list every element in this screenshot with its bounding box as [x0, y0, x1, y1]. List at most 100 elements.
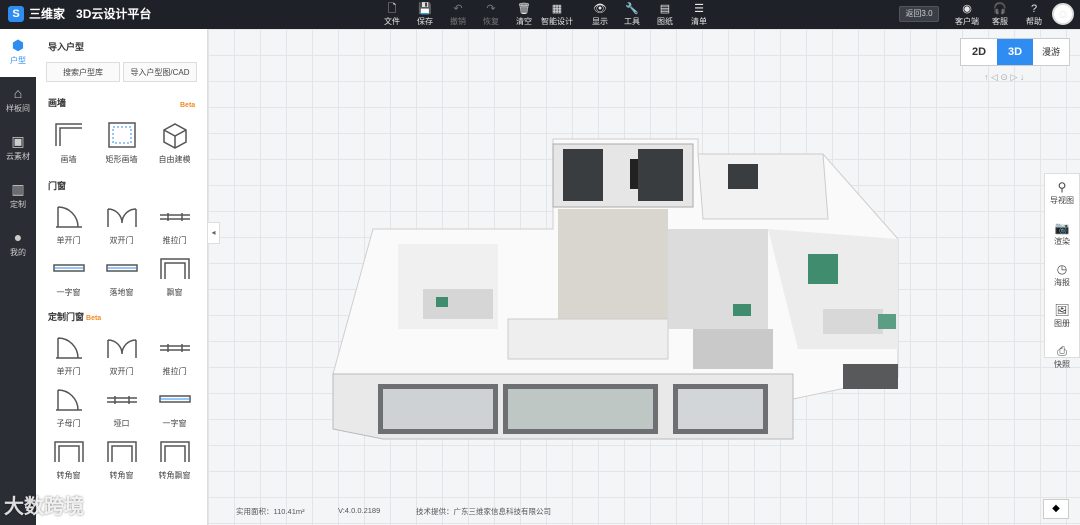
tool-tile[interactable]: 转角窗	[95, 433, 148, 485]
undo-icon: ↶	[453, 3, 463, 15]
navigation-control[interactable]: ↑ ◁ ⊙ ▷ ↓	[984, 72, 1044, 106]
right-tool-4[interactable]: ⎙ 快照	[1045, 338, 1079, 379]
tile-label: 矩形画墙	[105, 155, 138, 164]
view-mode-tabs: 2D 3D 漫游	[960, 38, 1070, 66]
tile-label: 自由建模	[158, 155, 191, 164]
wrench-icon: 🔧	[625, 3, 639, 15]
toolbar-label: 图纸	[657, 17, 673, 26]
nav-label: 定制	[10, 200, 26, 209]
top-bar: S 三维家 3D云设计平台 🗋 文件 💾 保存 ↶ 撤销 ↷ 恢复 🗑 清空 ▦ 智能设计 👁 显示 🔧 工具…	[0, 0, 1080, 29]
window-icon	[95, 253, 148, 283]
nav-item-2[interactable]: ▣ 云素材	[0, 125, 36, 173]
nav-label: 云素材	[6, 152, 30, 161]
tile-label: 单开门	[56, 236, 81, 245]
nav-icon: ⌂	[13, 85, 23, 101]
tool-tile[interactable]: 转角飘窗	[148, 433, 201, 485]
wall-icon	[42, 120, 95, 150]
toolbar-eye-button[interactable]: 👁 显示	[585, 2, 615, 27]
help-button[interactable]: ? 帮助	[1021, 2, 1047, 27]
tool-tile[interactable]: 单开门	[42, 329, 95, 381]
door-icon	[42, 201, 95, 231]
app-title: 3D云设计平台	[76, 7, 152, 21]
toolbar-undo-button[interactable]: ↶ 撤销	[443, 2, 473, 27]
tab-view-1[interactable]: 3D	[997, 39, 1033, 65]
free-icon	[148, 120, 201, 150]
view-cube-icon[interactable]: ◆	[1043, 499, 1069, 519]
toolbar-file-button[interactable]: 🗋 文件	[377, 2, 407, 27]
collapse-panel-button[interactable]: ◂	[208, 222, 220, 244]
side-panel: 导入户型 搜索户型库 导入户型图/CAD 画墙 Beta 画墙 矩形画墙 自由建模 …	[36, 29, 208, 525]
house-3d-model[interactable]	[208, 29, 1080, 525]
file-icon: 🗋	[387, 3, 397, 15]
tool-tile[interactable]: 垭口	[95, 381, 148, 433]
service-button[interactable]: 🎧 客服	[987, 2, 1013, 27]
help-icon: ?	[1030, 3, 1038, 15]
tool-tile[interactable]: 转角窗	[42, 433, 95, 485]
toolbar-redo-button[interactable]: ↷ 恢复	[476, 2, 506, 27]
list-icon: ☰	[694, 3, 704, 15]
nav-item-1[interactable]: ⌂ 样板间	[0, 77, 36, 125]
tool-tile[interactable]: 双开门	[95, 329, 148, 381]
toolbar-smart-design-button[interactable]: ▦ 智能设计	[537, 2, 577, 27]
tile-label: 垭口	[113, 419, 130, 428]
nav-item-3[interactable]: ▥ 定制	[0, 173, 36, 221]
compass-icon[interactable]: ↑ ◁ ⊙ ▷ ↓	[984, 72, 1024, 82]
toolbar-drawing-button[interactable]: ▤ 图纸	[650, 2, 680, 27]
import-title: 导入户型	[48, 42, 85, 52]
tile-label: 转角飘窗	[158, 471, 191, 480]
window-icon	[42, 253, 95, 283]
toolbar-clear-button[interactable]: 🗑 清空	[509, 2, 539, 27]
nav-label: 样板间	[6, 104, 30, 113]
tool-tile[interactable]: 推拉门	[148, 329, 201, 381]
client-button[interactable]: ◉ 客户端	[954, 2, 980, 27]
right-tool-label: 快照	[1054, 360, 1070, 369]
toolbar-list-button[interactable]: ☰ 清单	[684, 2, 714, 27]
tile-label: 画墙	[60, 155, 77, 164]
right-tool-icon: 📷	[1054, 221, 1070, 235]
watermark: 大数跨境	[4, 496, 84, 518]
tool-tile[interactable]: 飘窗	[148, 250, 201, 302]
right-tool-1[interactable]: 📷 渲染	[1045, 215, 1079, 256]
right-tool-2[interactable]: ◷ 海报	[1045, 256, 1079, 297]
nav-item-0[interactable]: ⬢ 户型	[0, 29, 36, 77]
toolbar-label: 清单	[691, 17, 707, 26]
tile-label: 双开门	[109, 367, 134, 376]
tool-tile[interactable]: 一字窗	[42, 250, 95, 302]
brand[interactable]: S 三维家 3D云设计平台	[8, 5, 151, 22]
tool-tile[interactable]: 推拉门	[148, 198, 201, 250]
toolbar-label: 保存	[417, 17, 433, 26]
right-tool-3[interactable]: 🖼 图册	[1045, 297, 1079, 338]
tool-tile[interactable]: 自由建模	[148, 117, 201, 169]
tool-tile[interactable]: 一字窗	[148, 381, 201, 433]
back-to-3-button[interactable]: 返回3.0	[899, 6, 939, 22]
slide-icon	[148, 201, 201, 231]
tab-view-0[interactable]: 2D	[961, 39, 997, 65]
tool-tile[interactable]: 子母门	[42, 381, 95, 433]
toolbar-save-button[interactable]: 💾 保存	[410, 2, 440, 27]
nav-label: 户型	[10, 56, 26, 65]
nav-icon: ⬢	[11, 37, 25, 53]
clear-icon: 🗑	[517, 3, 531, 15]
import-cad-button[interactable]: 导入户型图/CAD	[123, 62, 197, 82]
door-icon	[42, 384, 95, 414]
avatar[interactable]: ☺	[1052, 3, 1074, 25]
door2-icon	[95, 201, 148, 231]
3d-viewport[interactable]	[208, 29, 1080, 525]
tool-tile[interactable]: 落地窗	[95, 250, 148, 302]
tool-tile[interactable]: 双开门	[95, 198, 148, 250]
toolbar-wrench-button[interactable]: 🔧 工具	[617, 2, 647, 27]
tile-label: 落地窗	[109, 288, 134, 297]
door-icon	[42, 332, 95, 362]
tool-tile[interactable]: 单开门	[42, 198, 95, 250]
tab-view-2[interactable]: 漫游	[1033, 39, 1069, 65]
nav-item-4[interactable]: ● 我的	[0, 221, 36, 269]
custom-title: 定制门窗 Beta	[48, 312, 102, 322]
right-tool-0[interactable]: ⚲ 导视图	[1045, 174, 1079, 215]
tool-tile[interactable]: 画墙	[42, 117, 95, 169]
tool-tile[interactable]: 矩形画墙	[95, 117, 148, 169]
client-icon: ◉	[962, 3, 972, 15]
toolbar-label: 文件	[384, 17, 400, 26]
right-tool-label: 渲染	[1054, 237, 1070, 246]
search-floorplan-button[interactable]: 搜索户型库	[46, 62, 120, 82]
bay-icon	[148, 436, 201, 466]
